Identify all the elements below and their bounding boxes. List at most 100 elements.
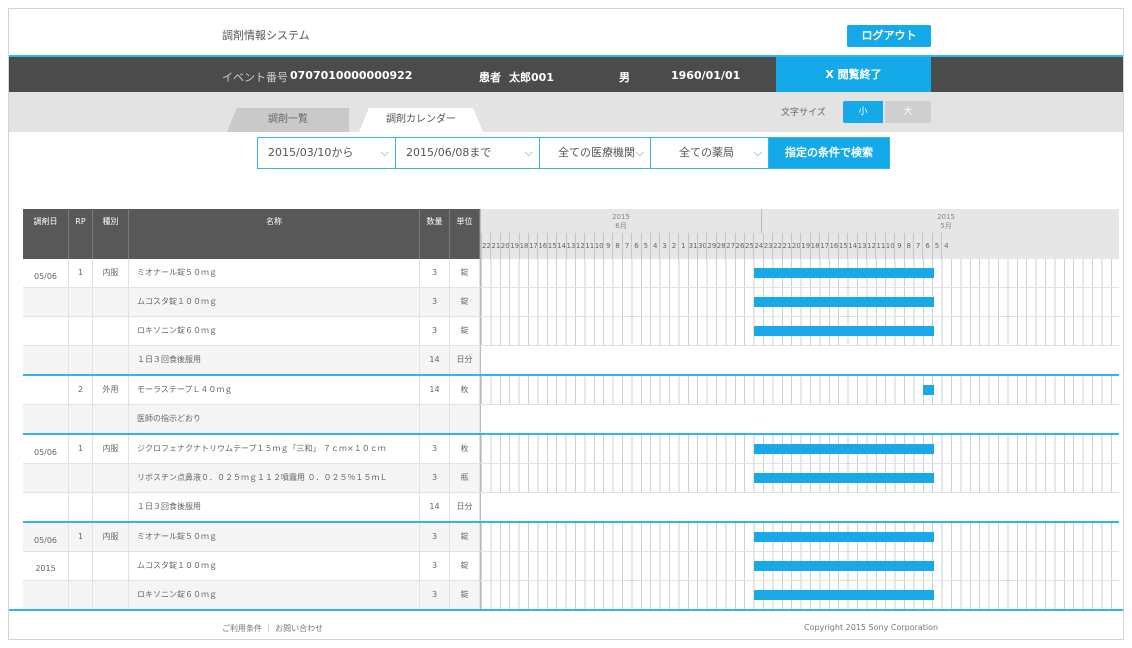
rp-cell xyxy=(69,581,93,609)
tab-dispense-list[interactable]: 調剤一覧 xyxy=(227,108,349,132)
type-cell: 内服 xyxy=(93,259,129,287)
qty-cell: 14 xyxy=(420,376,450,404)
font-size-small-button[interactable]: 小 xyxy=(843,101,883,123)
timeline-cell xyxy=(480,493,1119,521)
table-row: １日３回食後服用 14 日分 xyxy=(23,493,1119,523)
patient-label: 患者 xyxy=(479,71,501,84)
day-header-cell: 15 xyxy=(837,233,848,259)
dispense-period-bar xyxy=(753,444,935,454)
timeline-cell xyxy=(480,581,1119,609)
table-row: 05/0620151内服ミオナール錠５０ｍｇ3錠 xyxy=(23,523,1119,573)
day-header-cell: 9 xyxy=(894,233,903,259)
day-header-cell: 11 xyxy=(875,233,885,259)
drug-name-cell: ムコスタ錠１００ｍｇ xyxy=(129,288,420,316)
rp-cell xyxy=(69,346,93,374)
font-size-label: 文字サイズ xyxy=(781,108,826,118)
type-cell: 内服 xyxy=(93,523,129,551)
dispense-period-bar xyxy=(753,532,935,542)
chevron-down-icon: ⌵ xyxy=(635,146,644,159)
drug-name-cell: 医師の指示どおり xyxy=(129,405,420,433)
day-header-cell: 14 xyxy=(556,233,566,259)
logout-button[interactable]: ログアウト xyxy=(847,25,931,47)
day-header-cell: 21 xyxy=(490,233,500,259)
drug-name-cell: ミオナール錠５０ｍｇ xyxy=(129,523,420,551)
qty-cell: 14 xyxy=(420,493,450,521)
event-number-label: イベント番号 xyxy=(222,71,288,84)
day-header-cell: 8 xyxy=(903,233,913,259)
type-cell xyxy=(93,581,129,609)
drug-name-cell: ジクロフェナクナトリウムテープ１５ｍｇ「三和」 ７ｃｍ×１０ｃｍ xyxy=(129,435,420,463)
unit-cell: 瓶 xyxy=(450,464,480,492)
dispense-date: 05/06 xyxy=(33,448,58,457)
footer-links[interactable]: ご利用条件 ｜ お問い合わせ xyxy=(222,623,323,634)
day-header-cell: 2 xyxy=(668,233,678,259)
dispense-period-bar xyxy=(753,473,935,483)
timeline-cell xyxy=(480,317,1119,345)
day-header-cell: 10 xyxy=(884,233,895,259)
rp-cell: 1 xyxy=(69,435,93,463)
tab-dispense-calendar[interactable]: 調剤カレンダー xyxy=(359,108,483,132)
app-title: 調剤情報システム xyxy=(222,29,310,42)
drug-name-cell: ロキソニン錠６０ｍｇ xyxy=(129,317,420,345)
institution-select[interactable]: 全ての医療機関 ⌵ xyxy=(540,138,651,168)
unit-cell: 錠 xyxy=(450,552,480,580)
app-window: 調剤情報システム ログアウト イベント番号 0707010000000922 患… xyxy=(8,8,1124,640)
day-header-cell: 18 xyxy=(518,233,528,259)
unit-cell: 日分 xyxy=(450,493,480,521)
drug-name-cell: モーラステープＬ４０ｍｇ xyxy=(129,376,420,404)
day-header-cell: 4 xyxy=(650,233,659,259)
close-view-button[interactable]: X 閲覧終了 xyxy=(776,57,931,92)
unit-cell: 錠 xyxy=(450,581,480,609)
dispense-date: 05/06 xyxy=(33,272,58,281)
day-header-cell: 8 xyxy=(612,233,621,259)
day-header-cell: 6 xyxy=(631,233,640,259)
date-to-select[interactable]: 2015/06/08まで ⌵ xyxy=(396,138,540,168)
day-header-cell: 21 xyxy=(781,233,791,259)
table-row: ムコスタ錠１００ｍｇ 3 錠 xyxy=(23,288,1119,317)
qty-cell: 3 xyxy=(420,259,450,287)
day-header-cell: 1 xyxy=(678,233,687,259)
search-button[interactable]: 指定の条件で検索 xyxy=(769,138,889,168)
type-cell xyxy=(93,317,129,345)
font-size-large-button[interactable]: 大 xyxy=(885,101,931,123)
rp-cell xyxy=(69,464,93,492)
date-from-select[interactable]: 2015/03/10から ⌵ xyxy=(258,138,396,168)
top-bar: 調剤情報システム ログアウト xyxy=(9,9,1123,55)
table-row: リボスチン点鼻液０．０２５ｍｇ１１２噴霧用 ０．０２５％１５ｍＬ 3 瓶 xyxy=(23,464,1119,493)
qty-cell xyxy=(420,405,450,433)
dispense-period-bar xyxy=(753,590,935,600)
day-header-cell: 19 xyxy=(800,233,810,259)
chevron-down-icon: ⌵ xyxy=(380,146,389,159)
dispense-period-bar xyxy=(922,385,935,395)
pharmacy-select[interactable]: 全ての薬局 ⌵ xyxy=(651,138,769,168)
dispense-date-cell xyxy=(23,552,69,580)
dispense-date-cell xyxy=(23,581,69,609)
header-qty: 数量 xyxy=(420,209,450,259)
table-row: 05/0620151内服ジクロフェナクナトリウムテープ１５ｍｇ「三和」 ７ｃｍ×… xyxy=(23,435,1119,485)
pharmacy-value: 全ての薬局 xyxy=(679,146,734,159)
table-row: 05/0620151内服ミオナール錠５０ｍｇ3錠 xyxy=(23,259,1119,309)
footer: ご利用条件 ｜ お問い合わせ Copyright 2015 Sony Corpo… xyxy=(9,609,1123,639)
day-header-cell: 15 xyxy=(546,233,557,259)
chevron-down-icon: ⌵ xyxy=(524,146,533,159)
day-header-cell: 12 xyxy=(866,233,876,259)
date-from-value: 2015/03/10から xyxy=(268,146,354,159)
unit-cell: 錠 xyxy=(450,288,480,316)
timeline-cell xyxy=(480,259,1119,287)
dispense-date-cell xyxy=(23,493,69,521)
table-body: 05/0620151内服ミオナール錠５０ｍｇ3錠ムコスタ錠１００ｍｇ3錠ロキソニ… xyxy=(23,259,1119,610)
unit-cell: 枚 xyxy=(450,435,480,463)
event-number: 0707010000000922 xyxy=(290,69,413,82)
dispense-date-cell xyxy=(23,346,69,374)
type-cell: 内服 xyxy=(93,435,129,463)
day-header-cell: 5 xyxy=(640,233,650,259)
day-header-cell: 4 xyxy=(941,233,950,259)
dispense-period-bar xyxy=(753,561,935,571)
drug-name-cell: ロキソニン錠６０ｍｇ xyxy=(129,581,420,609)
header-type: 種別 xyxy=(93,209,129,259)
day-header-cell: 20 xyxy=(499,233,510,259)
dispense-date-cell: 05/062015 xyxy=(23,435,69,485)
rp-cell xyxy=(69,493,93,521)
tab-bar: 調剤一覧 調剤カレンダー 文字サイズ 小 大 xyxy=(9,92,1123,132)
rp-cell xyxy=(69,405,93,433)
